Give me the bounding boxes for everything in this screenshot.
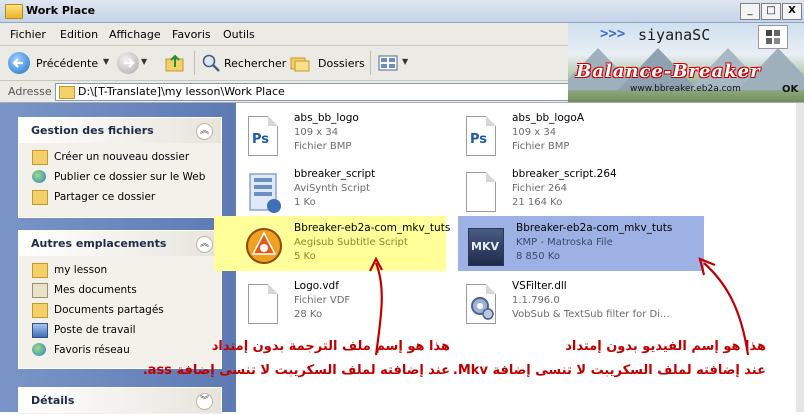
task-share-folder[interactable]: Partager ce dossier [19,187,221,207]
menu-fichier[interactable]: Fichier [10,28,46,41]
place-label: Documents partagés [54,304,164,316]
forward-arrow-icon[interactable] [117,52,139,74]
minimize-button[interactable]: _ [740,3,760,20]
forward-dropdown-icon[interactable]: ▼ [141,57,147,66]
back-dropdown-icon[interactable]: ▼ [103,57,109,66]
place-label: Favoris réseau [54,344,130,356]
place-my-lesson[interactable]: my lesson [19,260,221,280]
up-folder-icon[interactable] [164,53,186,73]
banner-brand: Balance-Breaker [576,61,761,82]
back-button-label[interactable]: Précédente [36,57,98,70]
folder-icon [32,263,48,278]
menu-edition[interactable]: Edition [60,28,98,41]
file-list: Ps abs_bb_logo 109 x 34 Fichier BMP Ps a… [143,103,796,412]
address-path: D:\[T-Translate]\my lesson\Work Place [78,85,285,98]
folder-icon [59,86,75,99]
folders-button-label[interactable]: Dossiers [318,57,365,70]
maximize-button[interactable]: □ [761,3,781,20]
search-icon[interactable] [201,53,221,73]
panel-title: Gestion des fichiers [31,124,154,137]
panel-title: Autres emplacements [31,237,167,250]
annotation-mkv-line1: هذا هو إسم الفيديو بدون إمتداد [565,339,766,354]
panel-header[interactable]: Détails ︾ [19,388,221,413]
banner-url: www.bbreaker.eb2a.com [630,84,741,94]
shared-folder-icon [32,303,48,318]
menu-outils[interactable]: Outils [223,28,255,41]
place-label: Mes documents [54,284,137,296]
title-bar: Work Place _ □ X [0,0,804,23]
place-label: Poste de travail [54,324,136,336]
back-arrow-icon[interactable] [8,52,30,74]
share-folder-icon [32,190,48,205]
address-field[interactable]: D:\[T-Translate]\my lesson\Work Place [55,83,570,101]
other-places-panel: Autres emplacements ︽ my lesson Mes docu… [18,230,222,369]
toolbar-separator [194,51,195,75]
address-label: Adresse [8,85,52,98]
place-my-computer[interactable]: Poste de travail [19,320,221,340]
go-button[interactable]: OK [782,84,798,95]
task-label: Partager ce dossier [54,191,156,203]
details-panel: Détails ︾ [18,387,222,415]
expand-chevron-icon[interactable]: ︾ [196,393,213,410]
banner-title: siyanaSC [638,26,711,44]
globe-icon [32,170,46,183]
views-dropdown-icon[interactable]: ▼ [402,57,408,66]
file-tasks-panel: Gestion des fichiers ︽ Créer un nouveau … [18,117,222,218]
panel-header[interactable]: Autres emplacements ︽ [19,231,221,256]
computer-icon [32,323,48,338]
panel-header[interactable]: Gestion des fichiers ︽ [19,118,221,143]
brand-banner: >>> siyanaSC Balance-Breaker www.bbreake… [568,23,804,102]
documents-folder-icon [32,283,48,298]
place-shared-documents[interactable]: Documents partagés [19,300,221,320]
views-icon[interactable] [378,54,400,72]
search-button-label[interactable]: Rechercher [224,57,286,70]
place-network[interactable]: Favoris réseau [19,340,221,360]
window-title: Work Place [26,4,96,17]
menu-affichage[interactable]: Affichage [109,28,161,41]
banner-arrows: >>> [600,26,626,42]
collapse-chevron-icon[interactable]: ︽ [196,123,213,140]
collapse-chevron-icon[interactable]: ︽ [196,236,213,253]
windows-logo-icon [758,25,788,49]
close-button[interactable]: X [782,3,802,20]
panel-title: Détails [31,394,75,407]
task-publish-web[interactable]: Publier ce dossier sur le Web [19,167,221,187]
place-my-documents[interactable]: Mes documents [19,280,221,300]
task-label: Publier ce dossier sur le Web [54,171,206,183]
network-globe-icon [32,343,46,356]
annotation-mkv-line2: عند إضافته لملف السكريبت لا تنسى إضافة M… [452,363,766,378]
place-label: my lesson [54,264,108,276]
annotation-ass-line1: هذا هو إسم ملف الترجمة بدون إمتداد [211,339,450,354]
task-label: Créer un nouveau dossier [54,151,190,163]
scrollbar[interactable] [796,103,804,412]
folder-icon [5,4,23,19]
folders-icon[interactable] [290,54,310,72]
annotation-ass-line2: عند إضافته لملف السكريبت لا تنسى إضافة a… [142,363,450,378]
new-folder-icon [32,150,48,165]
menu-favoris[interactable]: Favoris [172,28,211,41]
toolbar-separator [370,51,371,75]
task-new-folder[interactable]: Créer un nouveau dossier [19,147,221,167]
